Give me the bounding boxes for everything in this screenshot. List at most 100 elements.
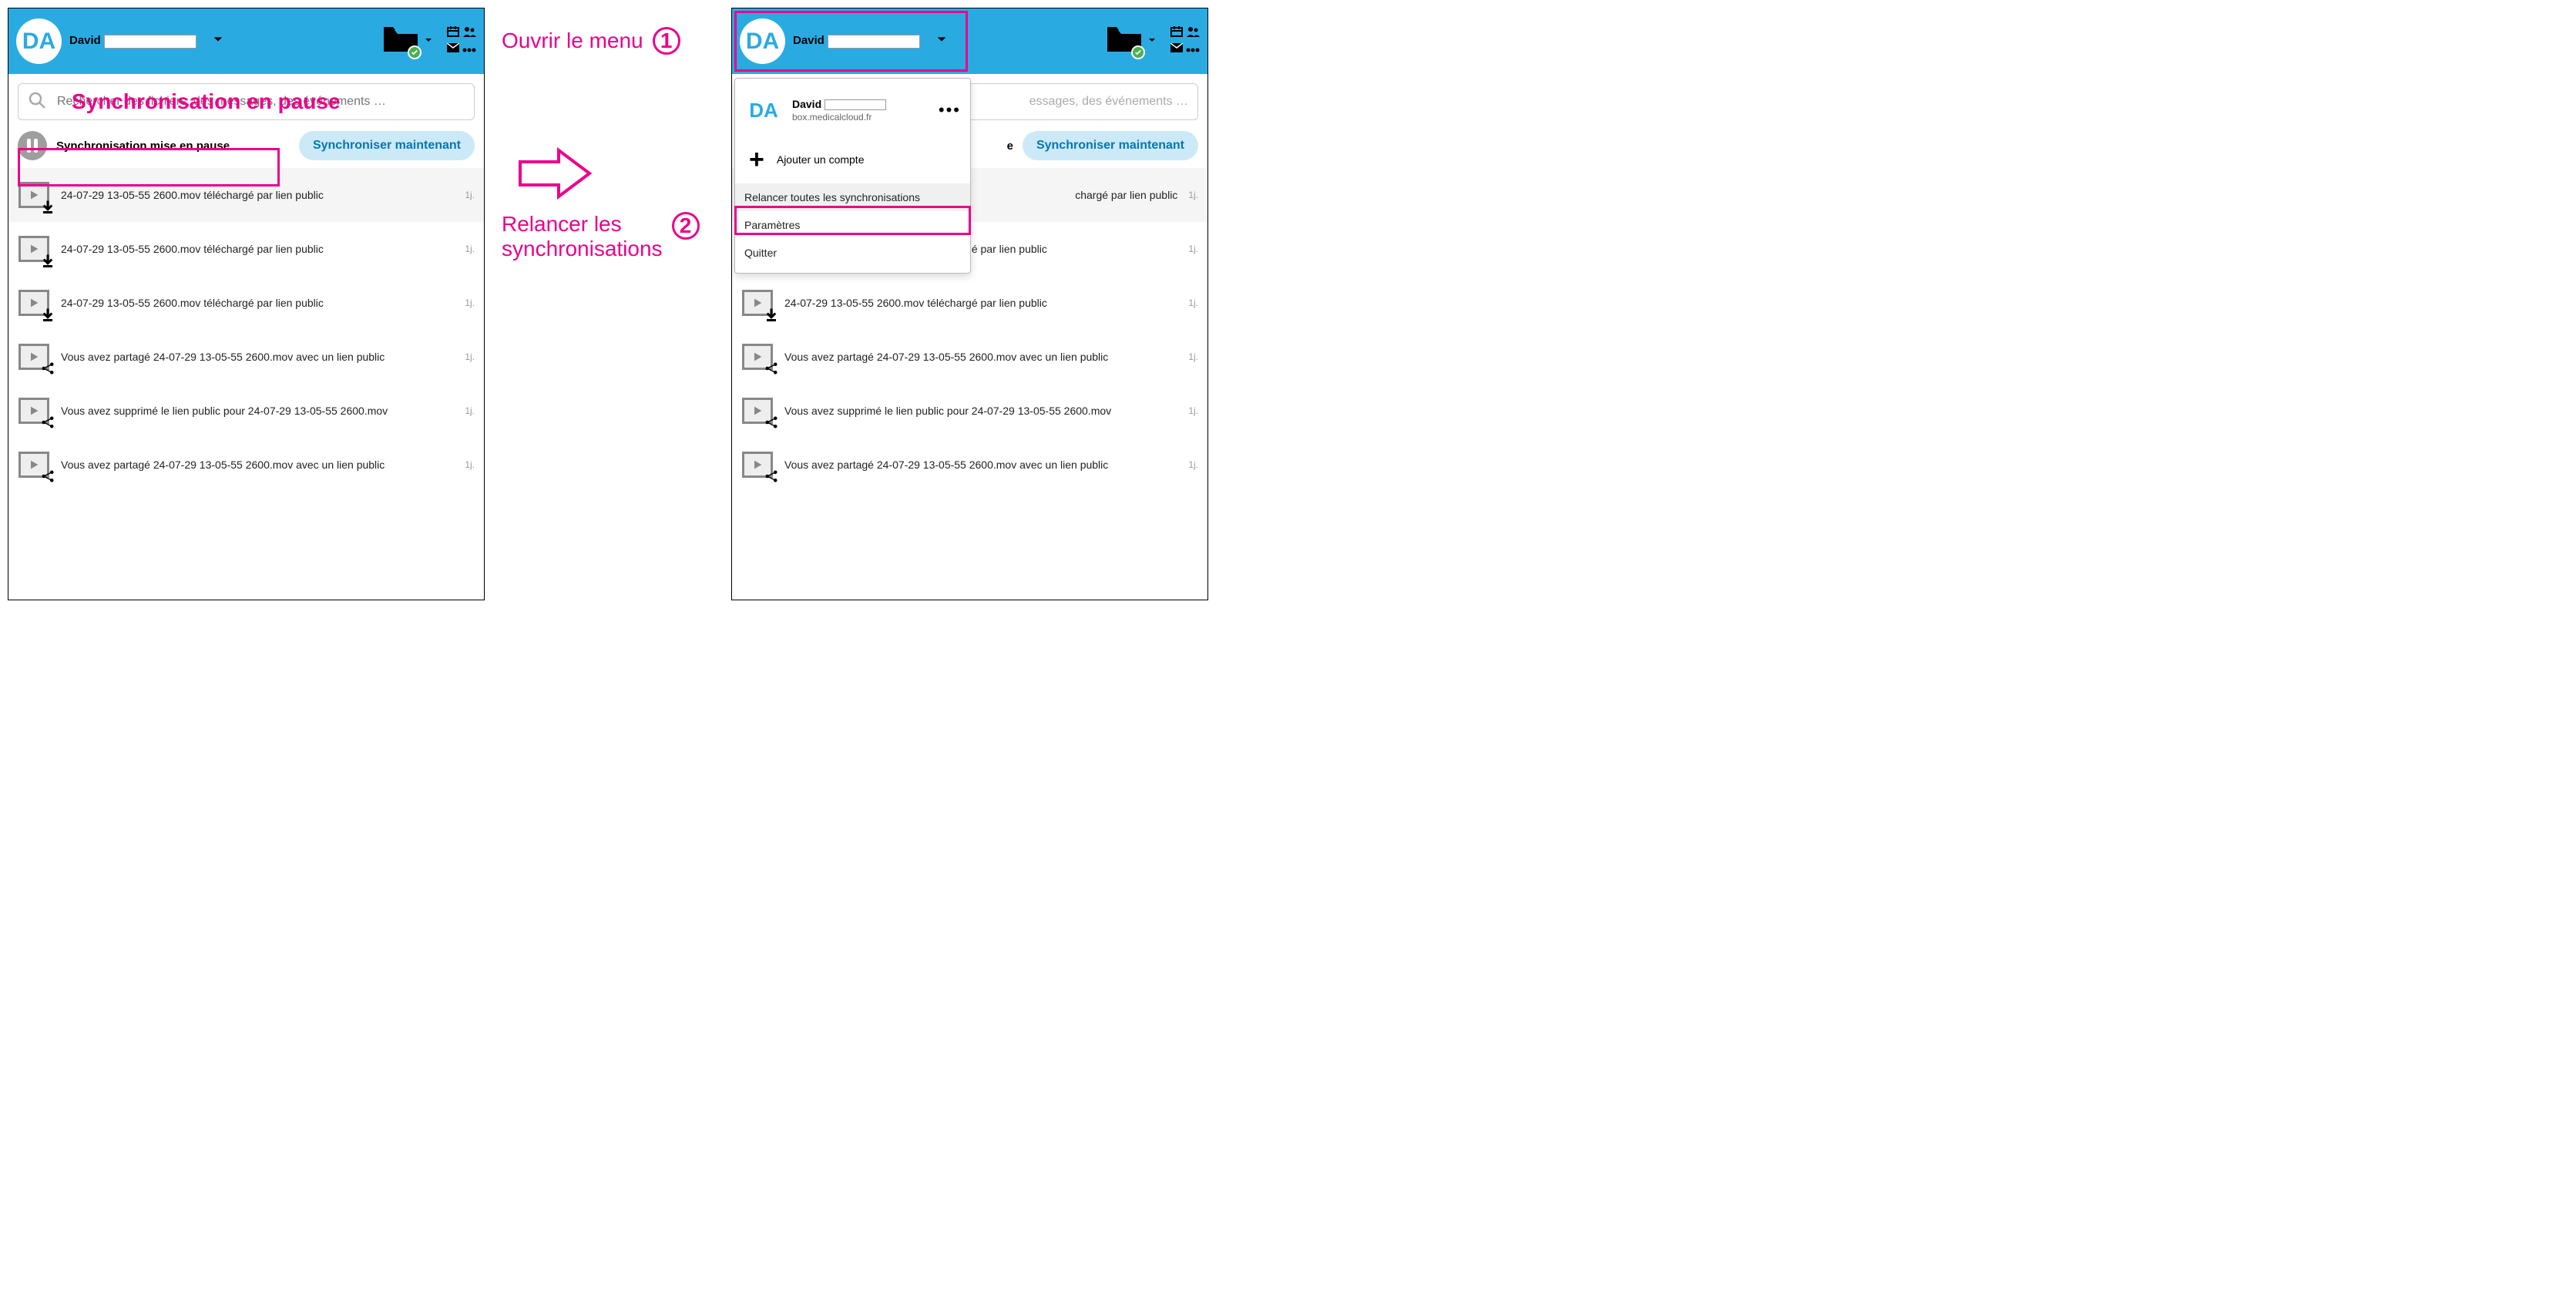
- user-menu-chevron-icon[interactable]: [935, 33, 948, 49]
- share-overlay-icon: [41, 415, 55, 433]
- header-tools: [1170, 26, 1200, 56]
- step-number-2: 2: [672, 212, 700, 240]
- sync-now-button[interactable]: Synchroniser maintenant: [299, 131, 475, 160]
- download-overlay-icon: [41, 254, 55, 271]
- activity-text: Vous avez supprimé le lien public pour 2…: [61, 405, 454, 417]
- annotation-step2: Relancer les synchronisations 2: [502, 212, 700, 261]
- activity-item[interactable]: Vous avez partagé 24-07-29 13-05-55 2600…: [732, 438, 1207, 492]
- activity-text: 24-07-29 13-05-55 2600.mov téléchargé pa…: [61, 297, 454, 309]
- activity-age: 1j.: [465, 351, 475, 362]
- activity-list: 24-07-29 13-05-55 2600.mov téléchargé pa…: [8, 168, 484, 492]
- download-overlay-icon: [41, 307, 55, 325]
- sync-folder-button[interactable]: [1106, 25, 1157, 57]
- activity-item[interactable]: 24-07-29 13-05-55 2600.mov téléchargé pa…: [732, 276, 1207, 330]
- more-dots-icon[interactable]: [1186, 42, 1200, 56]
- annotation-pause-overlay: Synchronisation en pause: [72, 89, 341, 114]
- header-bar: DA David: [8, 8, 484, 74]
- activity-text: Vous avez partagé 24-07-29 13-05-55 2600…: [784, 351, 1177, 363]
- share-overlay-icon: [764, 469, 778, 487]
- user-menu-chevron-icon[interactable]: [212, 33, 224, 49]
- folder-chevron-icon[interactable]: [424, 35, 433, 49]
- folder-chevron-icon[interactable]: [1147, 35, 1157, 49]
- annotation-step1: Ouvrir le menu 1: [502, 27, 680, 55]
- sync-ok-badge-icon: [1131, 45, 1145, 59]
- activity-text: 24-07-29 13-05-55 2600.mov téléchargé pa…: [61, 189, 454, 201]
- activity-age: 1j.: [1188, 244, 1198, 254]
- mail-icon[interactable]: [447, 42, 459, 56]
- calendar-icon[interactable]: [1170, 26, 1183, 41]
- contacts-icon[interactable]: [462, 26, 476, 41]
- header-bar: DA David: [732, 8, 1207, 74]
- sync-now-button[interactable]: Synchroniser maintenant: [1023, 131, 1198, 160]
- sync-status-row: Synchronisation mise en pause Synchronis…: [8, 126, 484, 168]
- folder-icon: [1106, 25, 1143, 57]
- video-thumb: [18, 179, 50, 211]
- app-window-left: DA David: [8, 8, 485, 600]
- calendar-icon[interactable]: [447, 26, 459, 41]
- activity-age: 1j.: [465, 190, 475, 200]
- step-number-1: 1: [653, 27, 680, 55]
- header-tools: [447, 26, 476, 56]
- share-overlay-icon: [764, 361, 778, 379]
- download-overlay-icon: [41, 200, 55, 217]
- activity-text: Vous avez partagé 24-07-29 13-05-55 2600…: [61, 351, 454, 363]
- activity-age: 1j.: [1188, 351, 1198, 362]
- activity-item[interactable]: Vous avez partagé 24-07-29 13-05-55 2600…: [8, 438, 484, 492]
- activity-text: Vous avez supprimé le lien public pour 2…: [784, 405, 1177, 417]
- activity-text: Vous avez partagé 24-07-29 13-05-55 2600…: [61, 459, 454, 471]
- arrow-icon: [516, 146, 593, 204]
- activity-item[interactable]: Vous avez supprimé le lien public pour 2…: [732, 384, 1207, 438]
- activity-age: 1j.: [1188, 459, 1198, 470]
- user-dropdown-menu: DA David box.medicalcloud.fr ••• + Ajout…: [734, 78, 971, 274]
- search-icon: [28, 91, 46, 113]
- sync-status-trunc: e: [1007, 139, 1013, 153]
- sync-status-label: Synchronisation mise en pause: [56, 139, 290, 153]
- user-avatar[interactable]: DA: [740, 18, 785, 64]
- app-window-right: DA David: [731, 8, 1208, 600]
- user-name-label: David: [69, 34, 196, 48]
- activity-item[interactable]: 24-07-29 13-05-55 2600.mov téléchargé pa…: [8, 222, 484, 276]
- more-dots-icon[interactable]: [462, 42, 476, 56]
- redacted-surname: [828, 35, 920, 49]
- activity-text: Vous avez partagé 24-07-29 13-05-55 2600…: [784, 459, 1177, 471]
- user-name-label: David: [793, 34, 920, 48]
- share-overlay-icon: [764, 415, 778, 433]
- folder-icon: [382, 25, 419, 57]
- pause-icon: [18, 131, 47, 160]
- activity-age: 1j.: [465, 405, 475, 416]
- menu-account-more-icon[interactable]: •••: [939, 100, 961, 120]
- menu-add-account-label: Ajouter un compte: [777, 153, 865, 166]
- redacted-surname: [104, 35, 196, 49]
- plus-icon: +: [749, 146, 764, 173]
- activity-item[interactable]: 24-07-29 13-05-55 2600.mov téléchargé pa…: [8, 168, 484, 222]
- share-overlay-icon: [41, 469, 55, 487]
- activity-age: 1j.: [1188, 405, 1198, 416]
- search-placeholder-trunc: essages, des événements …: [1029, 95, 1188, 109]
- menu-add-account[interactable]: + Ajouter un compte: [735, 136, 970, 183]
- activity-item[interactable]: Vous avez supprimé le lien public pour 2…: [8, 384, 484, 438]
- menu-server-label: box.medicalcloud.fr: [792, 112, 929, 123]
- user-avatar[interactable]: DA: [16, 18, 62, 64]
- menu-quit[interactable]: Quitter: [735, 239, 970, 267]
- activity-item[interactable]: Vous avez partagé 24-07-29 13-05-55 2600…: [8, 330, 484, 384]
- menu-current-account[interactable]: DA David box.medicalcloud.fr •••: [735, 85, 970, 136]
- menu-settings[interactable]: Paramètres: [735, 211, 970, 239]
- activity-text: 24-07-29 13-05-55 2600.mov téléchargé pa…: [784, 297, 1177, 309]
- activity-item[interactable]: Vous avez partagé 24-07-29 13-05-55 2600…: [732, 330, 1207, 384]
- activity-age: 1j.: [465, 459, 475, 470]
- activity-item[interactable]: 24-07-29 13-05-55 2600.mov téléchargé pa…: [8, 276, 484, 330]
- sync-ok-badge-icon: [408, 45, 421, 59]
- menu-user-name: David: [792, 98, 929, 110]
- activity-age: 1j.: [465, 297, 475, 308]
- menu-restart-sync[interactable]: Relancer toutes les synchronisations: [735, 183, 970, 211]
- activity-text: 24-07-29 13-05-55 2600.mov téléchargé pa…: [61, 243, 454, 255]
- sync-folder-button[interactable]: [382, 25, 433, 57]
- download-overlay-icon: [764, 307, 778, 325]
- share-overlay-icon: [41, 361, 55, 379]
- activity-age: 1j.: [1188, 297, 1198, 308]
- contacts-icon[interactable]: [1186, 26, 1200, 41]
- menu-avatar: DA: [744, 91, 783, 129]
- activity-age: 1j.: [465, 244, 475, 254]
- mail-icon[interactable]: [1170, 42, 1183, 56]
- activity-age: 1j.: [1188, 190, 1198, 200]
